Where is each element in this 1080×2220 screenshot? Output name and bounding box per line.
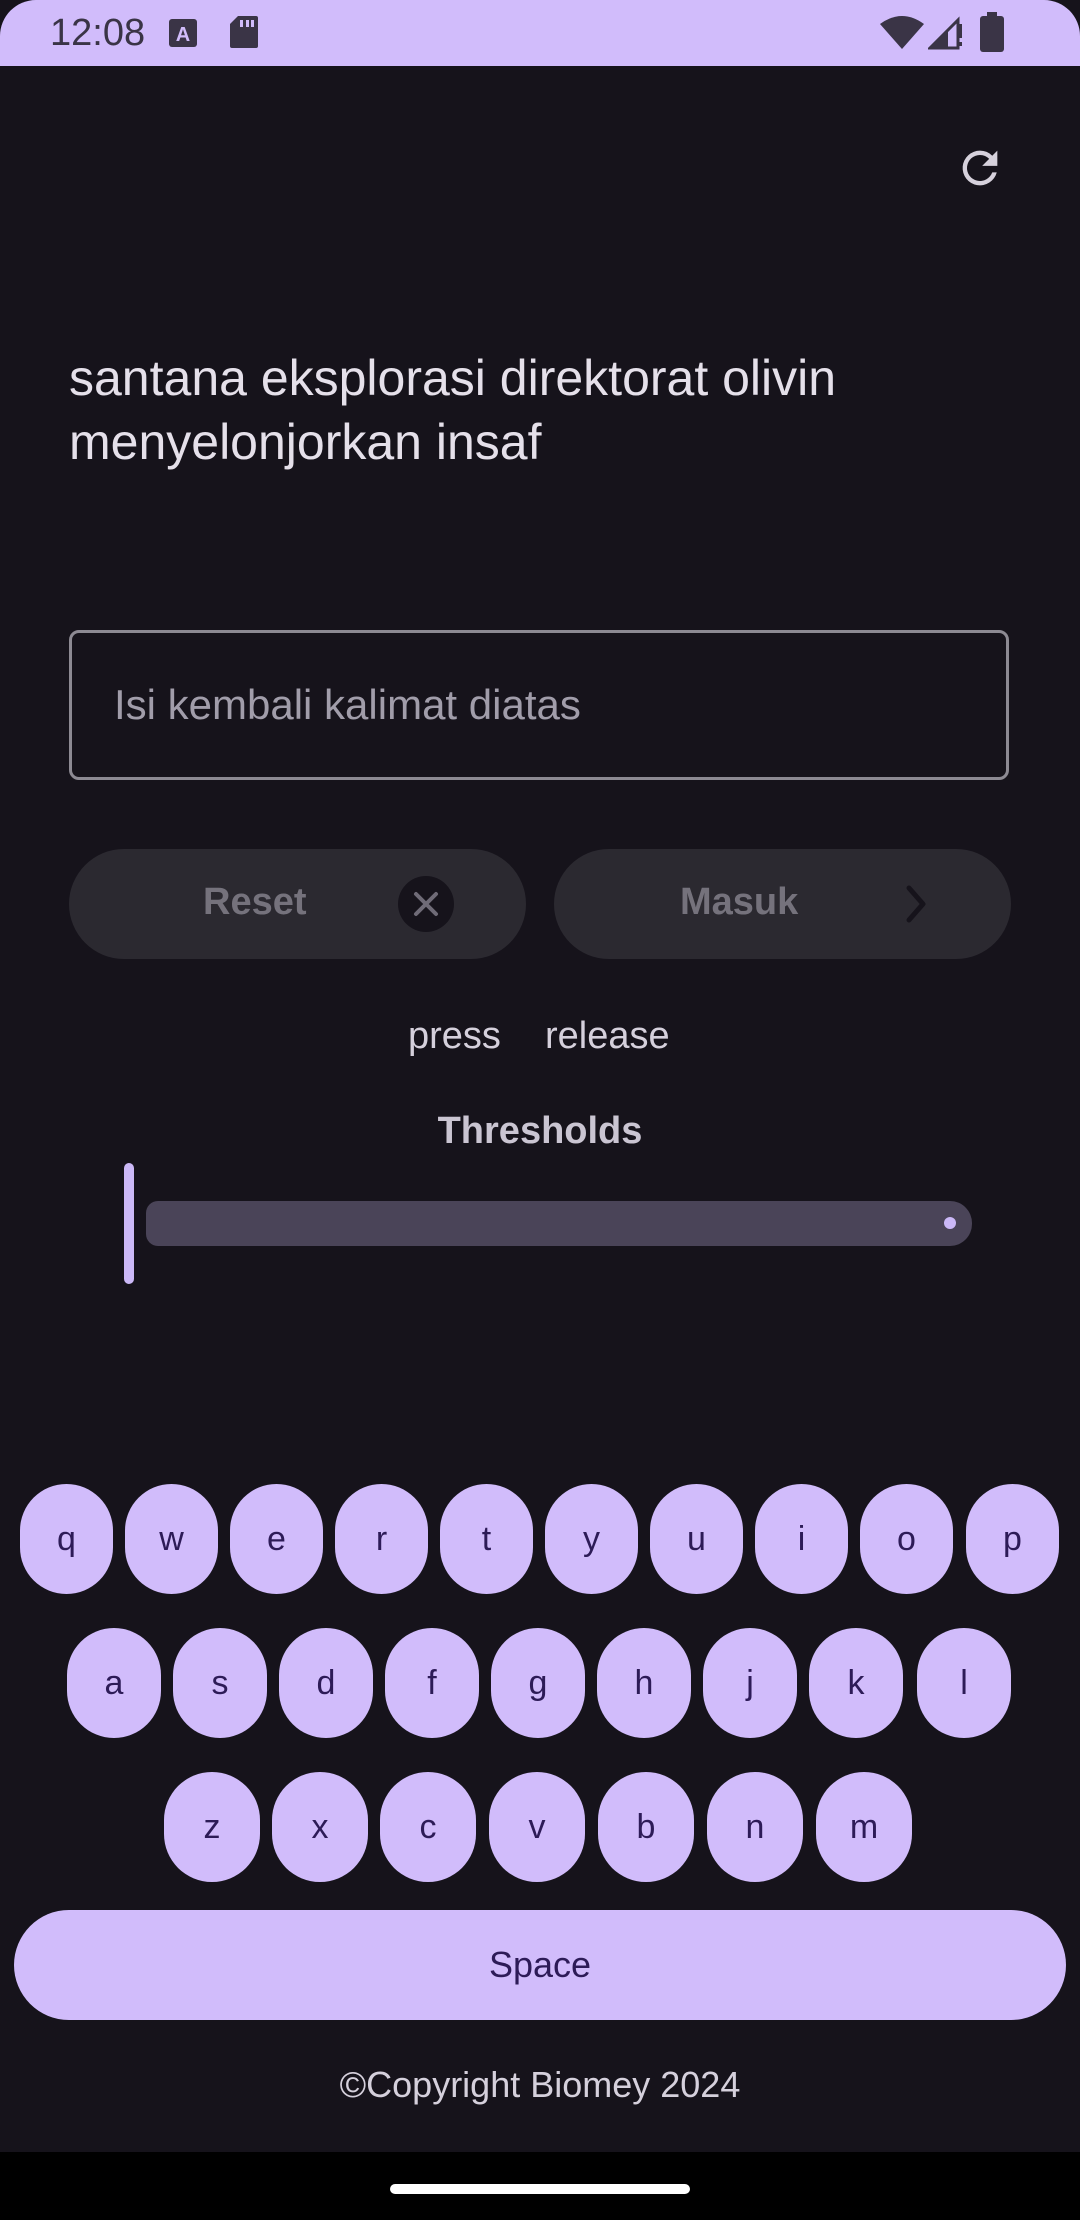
refresh-icon bbox=[962, 150, 998, 186]
key-s[interactable]: s bbox=[173, 1628, 267, 1738]
key-a[interactable]: a bbox=[67, 1628, 161, 1738]
key-z[interactable]: z bbox=[164, 1772, 260, 1882]
key-v[interactable]: v bbox=[489, 1772, 585, 1882]
battery-icon bbox=[980, 12, 1004, 52]
chevron-right-icon bbox=[906, 885, 926, 923]
key-q[interactable]: q bbox=[20, 1484, 113, 1594]
key-g[interactable]: g bbox=[491, 1628, 585, 1738]
thresholds-label: Thresholds bbox=[437, 1110, 643, 1152]
key-p[interactable]: p bbox=[966, 1484, 1059, 1594]
key-b[interactable]: b bbox=[598, 1772, 694, 1882]
press-label: press bbox=[408, 1015, 501, 1057]
key-h[interactable]: h bbox=[597, 1628, 691, 1738]
key-space[interactable]: Space bbox=[14, 1910, 1066, 2020]
prompt-phrase: santana eksplorasi direktorat olivin men… bbox=[69, 350, 837, 470]
close-circle-icon bbox=[398, 876, 454, 932]
key-y[interactable]: y bbox=[545, 1484, 638, 1594]
home-indicator[interactable] bbox=[390, 2184, 690, 2194]
submit-button[interactable]: Masuk bbox=[554, 849, 1011, 959]
reset-button-label: Reset bbox=[203, 881, 307, 923]
key-d[interactable]: d bbox=[279, 1628, 373, 1738]
key-r[interactable]: r bbox=[335, 1484, 428, 1594]
font-a-icon: A bbox=[169, 19, 197, 47]
threshold-slider-end-dot bbox=[944, 1217, 956, 1229]
reset-button[interactable]: Reset bbox=[69, 849, 526, 959]
svg-text:A: A bbox=[176, 24, 190, 46]
key-k[interactable]: k bbox=[809, 1628, 903, 1738]
threshold-slider-handle[interactable] bbox=[124, 1163, 134, 1284]
cell-signal-icon bbox=[928, 16, 962, 50]
app-screen: 12:08 A santana eksplorasi direktorat ol… bbox=[0, 0, 1080, 2220]
phrase-input[interactable] bbox=[69, 630, 1009, 780]
key-u[interactable]: u bbox=[650, 1484, 743, 1594]
status-time: 12:08 bbox=[50, 12, 146, 54]
status-bar: 12:08 A bbox=[0, 0, 1080, 66]
key-t[interactable]: t bbox=[440, 1484, 533, 1594]
key-f[interactable]: f bbox=[385, 1628, 479, 1738]
wifi-icon bbox=[880, 16, 924, 49]
key-x[interactable]: x bbox=[272, 1772, 368, 1882]
sd-card-icon bbox=[230, 16, 258, 48]
key-n[interactable]: n bbox=[707, 1772, 803, 1882]
submit-button-label: Masuk bbox=[680, 881, 799, 923]
key-i[interactable]: i bbox=[755, 1484, 848, 1594]
refresh-button[interactable] bbox=[950, 138, 1010, 198]
key-w[interactable]: w bbox=[125, 1484, 218, 1594]
threshold-slider-track[interactable] bbox=[146, 1201, 972, 1246]
key-l[interactable]: l bbox=[917, 1628, 1011, 1738]
key-o[interactable]: o bbox=[860, 1484, 953, 1594]
key-c[interactable]: c bbox=[380, 1772, 476, 1882]
key-e[interactable]: e bbox=[230, 1484, 323, 1594]
key-m[interactable]: m bbox=[816, 1772, 912, 1882]
release-label: release bbox=[545, 1015, 670, 1057]
copyright-text: ©Copyright Biomey 2024 bbox=[339, 2064, 741, 2105]
key-j[interactable]: j bbox=[703, 1628, 797, 1738]
